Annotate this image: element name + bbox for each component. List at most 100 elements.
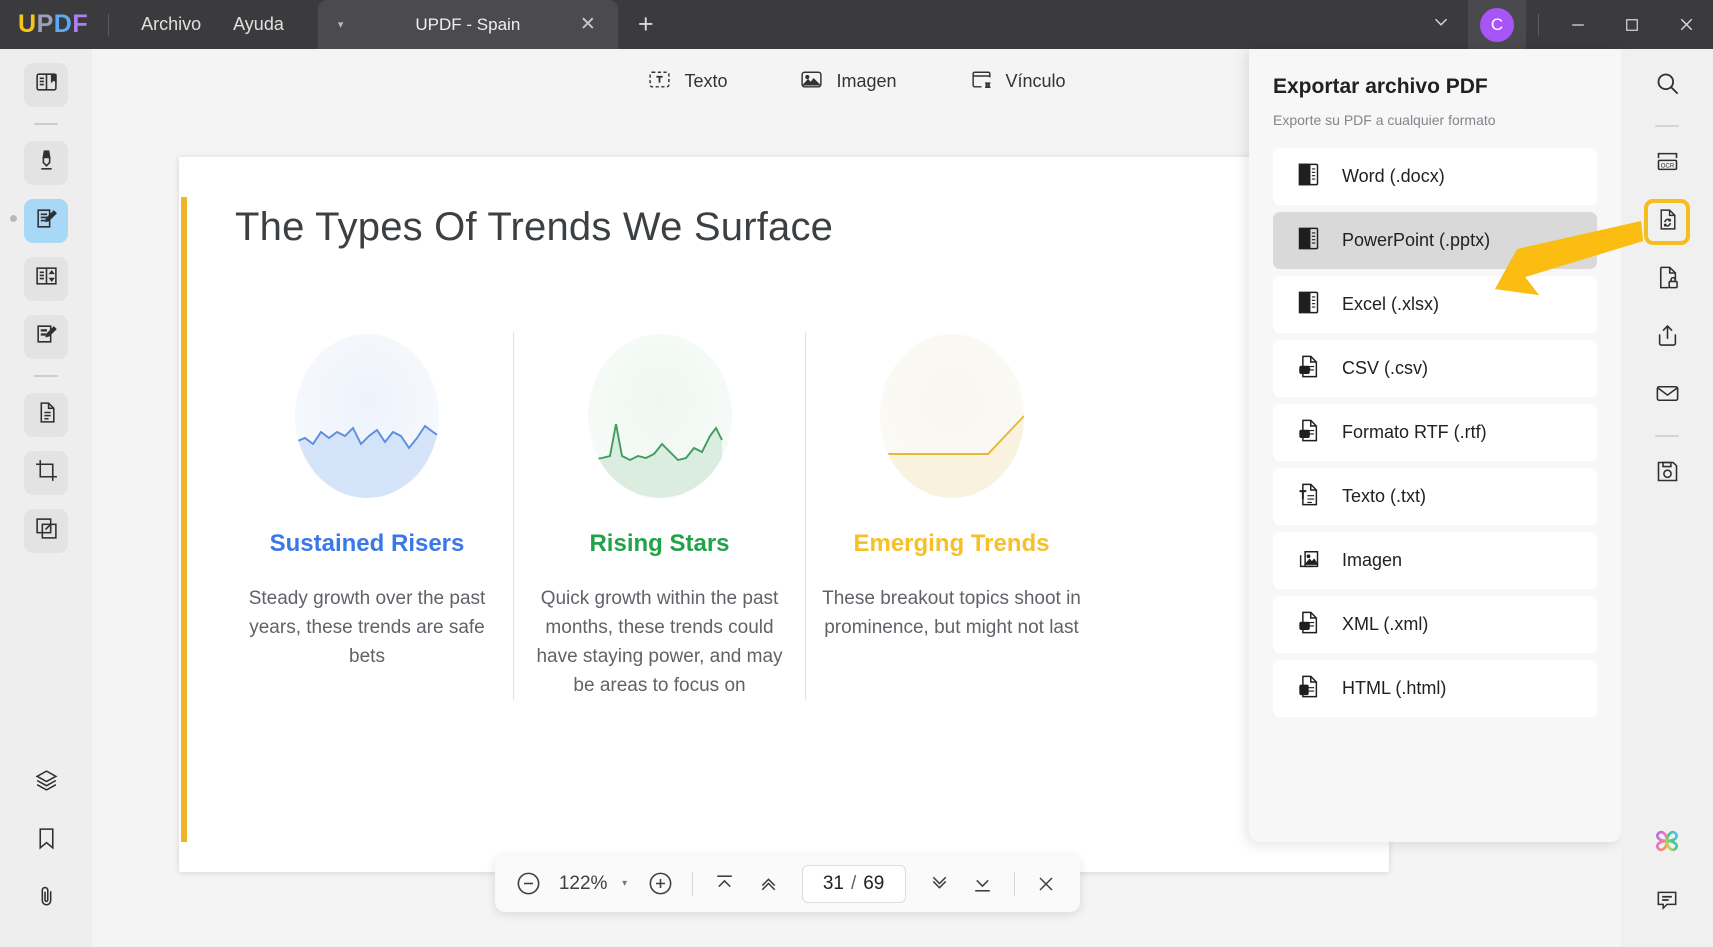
new-tab-button[interactable]: + <box>638 11 654 38</box>
word-file-icon: W <box>1295 161 1322 193</box>
trend-cards: Sustained Risers Steady growth over the … <box>221 332 1389 700</box>
excel-file-icon: X <box>1295 289 1322 321</box>
tab-title: UPDF - Spain <box>415 14 521 34</box>
sidebar-collapse-handle[interactable] <box>10 215 17 222</box>
export-option-image[interactable]: Imagen <box>1273 532 1597 589</box>
search-icon <box>1654 70 1681 102</box>
ppt-file-icon: P <box>1295 225 1322 257</box>
trend-card-body: Quick growth within the past months, the… <box>536 588 783 696</box>
svg-text:X: X <box>1302 298 1308 307</box>
titlebar-divider-2 <box>1538 13 1539 36</box>
chevron-down-icon[interactable]: ▾ <box>338 18 344 31</box>
export-option-label: Word (.docx) <box>1342 166 1445 186</box>
tool-texto-label: Texto <box>684 71 728 91</box>
avatar-container[interactable]: C <box>1468 0 1526 49</box>
next-page-button[interactable] <box>920 863 959 905</box>
trend-card-heading: Sustained Risers <box>269 530 465 557</box>
annotate-icon <box>34 322 59 352</box>
logo-letter-d: D <box>53 10 73 38</box>
pages-icon <box>34 400 59 430</box>
sidebar-item-layers[interactable] <box>24 761 68 805</box>
close-button[interactable] <box>1659 0 1713 49</box>
edit-document-icon <box>34 206 59 236</box>
document-tab[interactable]: ▾ UPDF - Spain ✕ <box>317 0 618 49</box>
pdf-page[interactable]: The Types Of Trends We Surface Sustained… <box>179 157 1389 872</box>
svg-text:P: P <box>1302 234 1307 243</box>
export-pdf-panel: Exportar archivo PDF Exporte su PDF a cu… <box>1249 49 1621 842</box>
page-accent-bar <box>181 197 187 842</box>
export-option-word[interactable]: W Word (.docx) <box>1273 148 1597 205</box>
sidebar-item-page-organize[interactable] <box>24 257 68 301</box>
export-option-xml[interactable]: </> XML (.xml) <box>1273 596 1597 653</box>
sidebar-divider <box>34 123 58 125</box>
ocr-button[interactable]: OCR <box>1644 141 1690 187</box>
sidebar-item-highlighter[interactable] <box>24 141 68 185</box>
image-file-icon <box>1295 545 1322 577</box>
left-sidebar <box>0 49 92 947</box>
sidebar-item-bookmarks[interactable] <box>24 819 68 863</box>
close-icon[interactable]: ✕ <box>580 13 596 36</box>
first-page-button[interactable] <box>705 863 744 905</box>
previous-page-button[interactable] <box>748 863 787 905</box>
ocr-icon: OCR <box>1654 148 1681 180</box>
menu-ayuda[interactable]: Ayuda <box>217 8 300 41</box>
tool-texto[interactable]: Texto <box>647 67 727 97</box>
export-option-txt[interactable]: Texto (.txt) <box>1273 468 1597 525</box>
lock-document-icon <box>1654 264 1681 296</box>
last-page-button[interactable] <box>963 863 1002 905</box>
minimize-button[interactable] <box>1551 0 1605 49</box>
export-option-label: Excel (.xlsx) <box>1342 294 1440 314</box>
chevron-down-icon[interactable]: ▾ <box>618 878 637 889</box>
html-file-icon: H <box>1295 673 1322 705</box>
text-box-icon <box>647 67 672 97</box>
zoom-in-button[interactable] <box>641 863 680 905</box>
page-toolbar: 122% ▾ 31 / 69 <box>495 855 1080 912</box>
sidebar-item-read-mode[interactable] <box>24 63 68 107</box>
search-button[interactable] <box>1644 63 1690 109</box>
sidebar-item-annotate[interactable] <box>24 315 68 359</box>
sidebar-item-crop[interactable] <box>24 451 68 495</box>
export-option-rtf[interactable]: RTF Formato RTF (.rtf) <box>1273 404 1597 461</box>
link-icon <box>969 67 994 97</box>
sidebar-divider-2 <box>34 375 58 377</box>
sparkline-chart-blue <box>283 332 451 500</box>
trend-card-heading: Rising Stars <box>589 530 730 557</box>
export-option-csv[interactable]: CSV CSV (.csv) <box>1273 340 1597 397</box>
csv-file-icon: CSV <box>1295 353 1322 385</box>
export-option-powerpoint[interactable]: P PowerPoint (.pptx) <box>1273 212 1597 269</box>
export-format-list: W Word (.docx) P PowerPoint (.pptx) X Ex… <box>1273 148 1597 717</box>
maximize-button[interactable] <box>1605 0 1659 49</box>
zoom-level[interactable]: 122% <box>552 873 614 895</box>
page-number-input[interactable]: 31 / 69 <box>801 864 906 903</box>
zoom-out-button[interactable] <box>509 863 548 905</box>
image-icon <box>799 67 824 97</box>
menu-archivo[interactable]: Archivo <box>125 8 217 41</box>
comment-button[interactable] <box>1644 879 1690 925</box>
convert-button[interactable] <box>1644 199 1690 245</box>
export-option-label: HTML (.html) <box>1342 678 1447 698</box>
export-option-label: CSV (.csv) <box>1342 358 1429 378</box>
email-button[interactable] <box>1644 373 1690 419</box>
tool-imagen[interactable]: Imagen <box>799 67 897 97</box>
close-toolbar-button[interactable] <box>1027 863 1066 905</box>
app-window: UPDF Archivo Ayuda ▾ UPDF - Spain ✕ + C <box>0 0 1713 947</box>
sidebar-item-batch[interactable] <box>24 509 68 553</box>
export-option-html[interactable]: H HTML (.html) <box>1273 660 1597 717</box>
sidebar-item-pages[interactable] <box>24 393 68 437</box>
sidebar-item-attachments[interactable] <box>24 877 68 921</box>
titlebar-right-group: C <box>1414 0 1713 49</box>
export-option-excel[interactable]: X Excel (.xlsx) <box>1273 276 1597 333</box>
svg-text:CSV: CSV <box>1300 367 1311 373</box>
save-button[interactable] <box>1644 451 1690 497</box>
protect-button[interactable] <box>1644 257 1690 303</box>
chevron-down-icon[interactable] <box>1414 11 1468 39</box>
paperclip-icon <box>34 884 59 914</box>
svg-text:H: H <box>1302 688 1306 694</box>
page-sort-icon <box>34 264 59 294</box>
trend-card: Emerging Trends These breakout topics sh… <box>805 332 1097 700</box>
tool-vinculo[interactable]: Vínculo <box>969 67 1066 97</box>
sidebar-item-edit-pdf[interactable] <box>24 199 68 243</box>
ai-clover-icon[interactable] <box>1650 824 1684 863</box>
avatar[interactable]: C <box>1480 7 1514 42</box>
share-button[interactable] <box>1644 315 1690 361</box>
